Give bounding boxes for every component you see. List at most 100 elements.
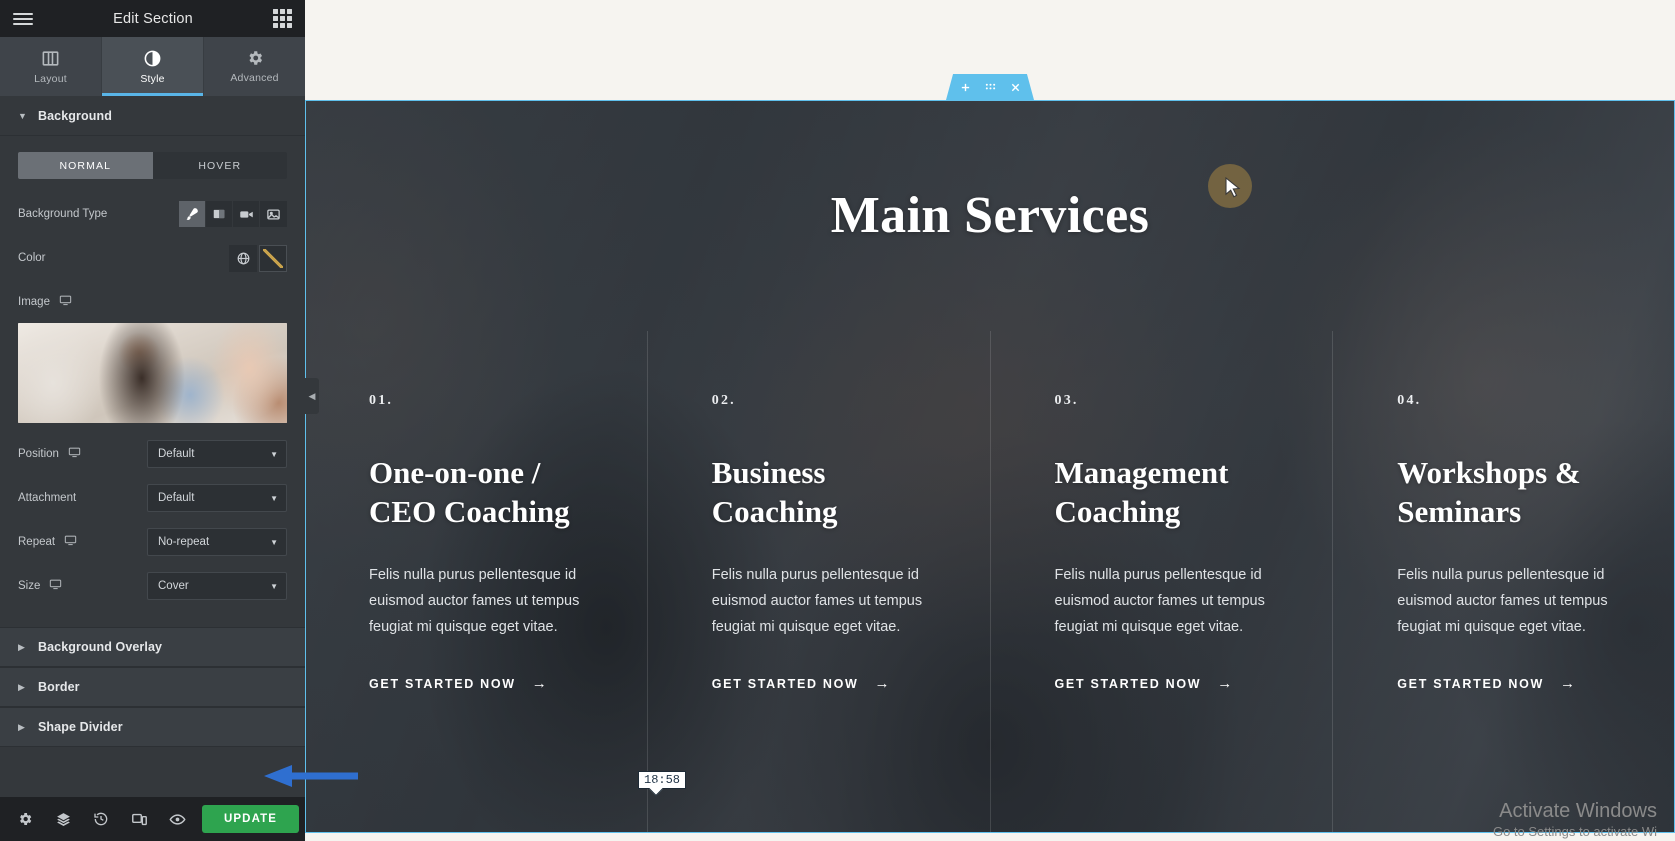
mouse-pointer-icon [1225, 176, 1242, 204]
section-title-background: Background [38, 108, 112, 123]
position-row: Position Default ▼ [18, 439, 287, 469]
service-description: Felis nulla purus pellentesque id euismo… [369, 566, 580, 636]
watermark-line-2: Go to Settings to activate Wi [1492, 824, 1657, 839]
service-cta-label: GET STARTED NOW [711, 676, 859, 691]
tab-advanced-label: Advanced [230, 72, 279, 84]
history-icon[interactable] [82, 797, 120, 841]
service-description: Felis nulla purus pellentesque id euismo… [1397, 566, 1608, 636]
navigator-layers-icon[interactable] [44, 797, 82, 841]
plus-icon[interactable] [960, 82, 971, 93]
hamburger-icon[interactable] [13, 12, 33, 25]
tab-style[interactable]: Style [102, 37, 204, 96]
chevron-right-icon: ▶ [18, 721, 25, 732]
attachment-row: Attachment Default ▼ [18, 483, 287, 513]
preview-eye-icon[interactable] [158, 797, 196, 841]
attachment-select[interactable]: Default ▼ [147, 484, 287, 512]
position-label: Position [18, 446, 81, 462]
hero-section: Main Services 01. One-on-one / CEO Coachi… [305, 100, 1675, 833]
repeat-label-text: Repeat [18, 536, 56, 548]
service-card[interactable]: 03. Management Coaching Felis nulla purus… [989, 331, 1333, 833]
global-color-icon[interactable] [229, 244, 257, 272]
blue-arrow-icon [262, 763, 360, 794]
attachment-label: Attachment [18, 492, 77, 504]
service-description: Felis nulla purus pellentesque id euismo… [711, 566, 923, 636]
background-controls: NORMAL HOVER Background Type Color Image… [0, 136, 305, 627]
section-title-border: Border [38, 680, 80, 694]
color-row: Color [18, 243, 287, 273]
service-card[interactable]: 04. Workshops & Seminars Felis nulla puru… [1332, 331, 1675, 833]
section-header-border[interactable]: ▶ Border [0, 667, 305, 707]
chevron-left-icon: ◀ [308, 390, 316, 401]
section-header-shape-divider[interactable]: ▶ Shape Divider [0, 707, 305, 747]
apps-grid-icon[interactable] [273, 9, 292, 28]
tab-layout-label: Layout [34, 72, 67, 85]
background-type-label: Background Type [18, 208, 108, 220]
panel-collapse-toggle[interactable]: ◀ [305, 378, 319, 414]
page-title: Edit Section [113, 10, 193, 27]
elementor-editor: Edit Section Layout Style Advanced ▼ Bac… [0, 0, 1675, 841]
service-title: One-on-one / CEO Coaching [369, 455, 570, 530]
service-card[interactable]: 02. Business Coaching Felis nulla purus p… [646, 331, 990, 833]
watermark-line-1: Activate Windows [1499, 800, 1657, 822]
service-number: 01. [369, 393, 394, 408]
panel-footer: UPDATE [0, 797, 305, 841]
responsive-monitor-icon[interactable] [64, 534, 77, 550]
service-cta-link[interactable]: GET STARTED NOW → [1397, 675, 1577, 692]
position-select[interactable]: Default ▼ [147, 440, 287, 468]
service-number: 02. [711, 393, 736, 408]
size-select[interactable]: Cover ▼ [147, 572, 287, 600]
image-row: Image [18, 287, 287, 317]
tab-advanced[interactable]: Advanced [204, 37, 305, 96]
update-button[interactable]: UPDATE [202, 805, 299, 833]
chevron-down-icon: ▼ [270, 449, 278, 459]
hero-content: Main Services 01. One-on-one / CEO Coachi… [305, 100, 1675, 833]
arrow-right-icon: → [1217, 675, 1234, 693]
responsive-monitor-icon[interactable] [59, 294, 72, 310]
service-card[interactable]: 01. One-on-one / CEO Coaching Felis nulla… [305, 331, 647, 833]
responsive-monitor-icon[interactable] [68, 446, 81, 462]
chevron-down-icon: ▼ [270, 493, 278, 503]
arrow-right-icon: → [1560, 675, 1577, 693]
section-header-background-overlay[interactable]: ▶ Background Overlay [0, 627, 305, 667]
section-handle-toolbar [946, 74, 1034, 100]
repeat-select[interactable]: No-repeat ▼ [147, 528, 287, 556]
state-hover-button[interactable]: HOVER [152, 152, 287, 179]
windows-activation-watermark: Activate Windows Go to Settings to activ… [1493, 799, 1657, 839]
panel-tabs: Layout Style Advanced [0, 37, 305, 96]
hero-title: Main Services [830, 187, 1150, 244]
tab-style-label: Style [140, 72, 165, 85]
state-normal-button[interactable]: NORMAL [18, 152, 153, 179]
slideshow-icon[interactable] [260, 201, 287, 227]
edited-section[interactable]: Main Services 01. One-on-one / CEO Coachi… [305, 100, 1675, 833]
close-x-icon[interactable] [1010, 82, 1021, 93]
tab-layout[interactable]: Layout [0, 37, 102, 96]
responsive-mode-icon[interactable] [120, 797, 158, 841]
service-title: Workshops & Seminars [1397, 455, 1581, 530]
chevron-down-icon: ▼ [270, 537, 278, 547]
responsive-monitor-icon[interactable] [49, 578, 62, 594]
service-title: Management Coaching [1054, 455, 1229, 530]
service-cta-link[interactable]: GET STARTED NOW → [1055, 675, 1235, 692]
section-header-background[interactable]: ▼ Background [0, 96, 305, 136]
size-value: Cover [158, 580, 189, 592]
classic-brush-icon[interactable] [179, 201, 206, 227]
color-swatch-gradient[interactable] [259, 244, 287, 272]
service-number: 04. [1397, 393, 1422, 408]
chevron-down-icon: ▼ [270, 581, 278, 591]
repeat-value: No-repeat [158, 536, 210, 548]
drag-dots-icon[interactable] [985, 82, 996, 93]
position-label-text: Position [18, 448, 59, 460]
size-row: Size Cover ▼ [18, 571, 287, 601]
image-label-text: Image [18, 296, 50, 308]
service-cta-link[interactable]: GET STARTED NOW → [369, 675, 549, 692]
background-image-preview[interactable] [18, 323, 287, 423]
editor-panel: Edit Section Layout Style Advanced ▼ Bac… [0, 0, 305, 841]
service-cta-label: GET STARTED NOW [369, 676, 516, 691]
video-icon[interactable] [233, 201, 260, 227]
settings-gear-icon[interactable] [6, 797, 44, 841]
service-cta-link[interactable]: GET STARTED NOW → [712, 675, 892, 692]
gear-icon [246, 49, 264, 67]
attachment-value: Default [158, 492, 195, 504]
gradient-icon[interactable] [206, 201, 233, 227]
position-value: Default [158, 448, 195, 460]
